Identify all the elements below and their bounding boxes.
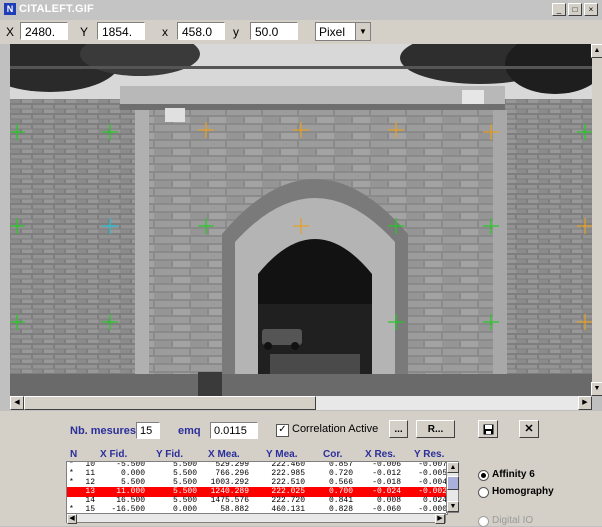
close-window-icon[interactable]: × — [584, 3, 598, 16]
emq-label: emq — [178, 425, 201, 437]
window-controls: _ □ × — [552, 3, 598, 16]
save-button[interactable] — [478, 420, 498, 438]
homography-label: Homography — [492, 486, 554, 497]
Y-label: Y — [80, 25, 89, 39]
col-header-n: N — [70, 449, 78, 460]
scroll-left-icon[interactable]: ◀ — [10, 396, 24, 410]
table-vscroll-thumb[interactable] — [447, 476, 459, 490]
col-header-y-fid: Y Fid. — [156, 449, 184, 460]
digital-io-label: Digital IO — [492, 515, 534, 526]
table-scroll-right-icon[interactable]: ▶ — [435, 514, 445, 524]
table-vscrollbar[interactable]: ▲ ▼ — [446, 461, 459, 513]
table-scroll-left-icon[interactable]: ◀ — [67, 514, 77, 524]
X-label: X — [6, 25, 15, 39]
radio-homography[interactable] — [478, 487, 489, 498]
col-header-y-mea: Y Mea. — [266, 449, 298, 460]
x-field[interactable]: 458.0 — [177, 22, 225, 40]
radio-digital-io — [478, 516, 489, 527]
window-title: CITALEFT.GIF — [19, 3, 94, 15]
table-hscrollbar[interactable]: ◀ ▶ — [66, 513, 446, 524]
image-viewer[interactable] — [10, 44, 592, 396]
scroll-right-icon[interactable]: ▶ — [578, 396, 592, 410]
correlation-checkbox[interactable]: ✓ — [276, 424, 289, 437]
gate-photo — [10, 44, 592, 396]
dots-button[interactable]: ... — [389, 420, 408, 438]
app-icon: N — [4, 3, 16, 15]
table-scroll-down-icon[interactable]: ▼ — [447, 501, 459, 512]
scroll-down-icon[interactable]: ▼ — [591, 382, 602, 396]
unit-select[interactable]: Pixel ▼ — [315, 22, 371, 41]
minimize-icon[interactable]: _ — [552, 3, 566, 16]
affinity-label: Affinity 6 — [492, 469, 535, 480]
save-icon — [483, 424, 493, 435]
nb-mesures-label: Nb. mesures — [70, 425, 137, 437]
image-vscrollbar[interactable]: ▲ ▼ — [591, 44, 602, 396]
col-header-x-mea: X Mea. — [208, 449, 240, 460]
col-header-x-fid: X Fid. — [100, 449, 128, 460]
title-bar: N CITALEFT.GIF _ □ × — [0, 0, 602, 20]
coordinate-bar: X 2480. Y 1854. x 458.0 y 50.0 Pixel ▼ — [0, 20, 602, 44]
table-scroll-up-icon[interactable]: ▲ — [447, 462, 459, 473]
y-field[interactable]: 50.0 — [250, 22, 298, 40]
y-label: y — [233, 25, 239, 39]
correlation-label: Correlation Active — [292, 423, 379, 435]
x-label: x — [162, 25, 168, 39]
chevron-down-icon[interactable]: ▼ — [355, 23, 370, 40]
col-header-x-res: X Res. — [365, 449, 396, 460]
measurements-table[interactable]: * 10 -5.500 5.500 529.299 222.460 0.857 -0.006-… — [66, 461, 448, 515]
x-icon: ✕ — [524, 423, 534, 435]
col-header-y-res: Y Res. — [414, 449, 445, 460]
nb-mesures-field[interactable]: 15 — [136, 422, 160, 439]
close-panel-button[interactable]: ✕ — [519, 420, 539, 438]
emq-field[interactable]: 0.0115 — [210, 422, 258, 439]
measurement-panel: Nb. mesures 15 emq 0.0115 ✓ Correlation … — [0, 411, 602, 527]
col-header-cor: Cor. — [323, 449, 343, 460]
X-field[interactable]: 2480. — [20, 22, 68, 40]
maximize-icon[interactable]: □ — [568, 3, 582, 16]
r-button[interactable]: R... — [416, 420, 455, 438]
image-hscrollbar[interactable]: ◀ ▶ — [10, 396, 592, 410]
radio-affinity[interactable] — [478, 470, 489, 481]
hscroll-thumb[interactable] — [24, 396, 316, 410]
scroll-up-icon[interactable]: ▲ — [591, 44, 602, 58]
unit-value: Pixel — [319, 25, 346, 39]
Y-field[interactable]: 1854. — [97, 22, 145, 40]
